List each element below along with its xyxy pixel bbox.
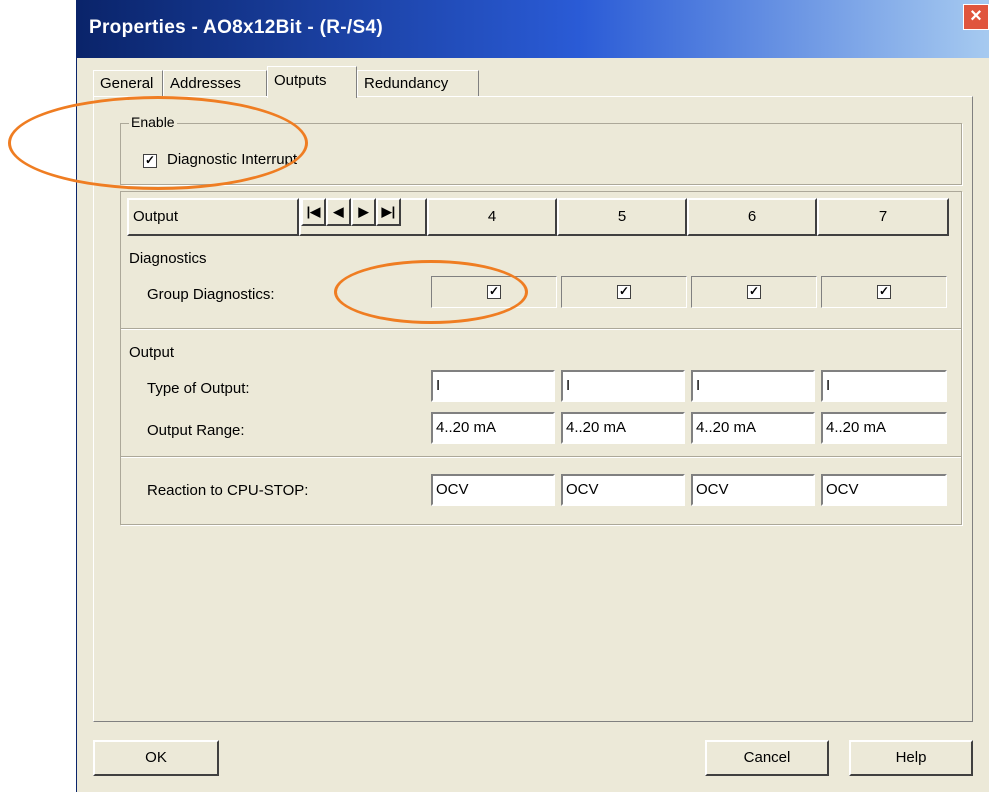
highlight-ellipse [8, 96, 308, 190]
group-diag-checkbox-7[interactable]: ✓ [877, 285, 891, 299]
group-diag-checkbox-6[interactable]: ✓ [747, 285, 761, 299]
tab-redundancy[interactable]: Redundancy [357, 70, 479, 96]
output-range-field-5[interactable]: 4..20 mA [561, 412, 685, 444]
output-range-field-4[interactable]: 4..20 mA [431, 412, 555, 444]
type-of-output-field-4[interactable]: I [431, 370, 555, 402]
divider [121, 456, 961, 458]
group-diag-cell-7: ✓ [821, 276, 947, 308]
channel-header-4[interactable]: 4 [427, 198, 557, 236]
type-of-output-field-6[interactable]: I [691, 370, 815, 402]
last-icon[interactable]: ▶| [376, 198, 401, 226]
prev-icon[interactable]: ◀ [326, 198, 351, 226]
reaction-field-4[interactable]: OCV [431, 474, 555, 506]
type-of-output-field-5[interactable]: I [561, 370, 685, 402]
type-of-output-field-7[interactable]: I [821, 370, 947, 402]
close-icon[interactable]: × [963, 4, 989, 30]
output-range-field-7[interactable]: 4..20 mA [821, 412, 947, 444]
group-diagnostics-label: Group Diagnostics: [147, 286, 275, 303]
channel-header-6[interactable]: 6 [687, 198, 817, 236]
reaction-field-6[interactable]: OCV [691, 474, 815, 506]
reaction-cpu-stop-label: Reaction to CPU-STOP: [147, 482, 309, 499]
reaction-field-7[interactable]: OCV [821, 474, 947, 506]
type-of-output-label: Type of Output: [147, 380, 250, 397]
help-button[interactable]: Help [849, 740, 973, 776]
output-range-label: Output Range: [147, 422, 245, 439]
group-diag-checkbox-5[interactable]: ✓ [617, 285, 631, 299]
divider [121, 328, 961, 330]
outputs-table-group: Output |◀ ◀ ▶ ▶| 4 5 6 7 Diagnostics Gro… [120, 191, 962, 525]
tab-outputs[interactable]: Outputs [267, 66, 357, 98]
next-icon[interactable]: ▶ [351, 198, 376, 226]
group-diag-cell-6: ✓ [691, 276, 817, 308]
group-diag-cell-5: ✓ [561, 276, 687, 308]
highlight-ellipse [334, 260, 528, 324]
channel-header-5[interactable]: 5 [557, 198, 687, 236]
reaction-field-5[interactable]: OCV [561, 474, 685, 506]
output-header-button[interactable]: Output [127, 198, 299, 236]
tab-general[interactable]: General [93, 70, 163, 96]
window-title: Properties - AO8x12Bit - (R-/S4) [89, 17, 383, 38]
cancel-button[interactable]: Cancel [705, 740, 829, 776]
channel-header-7[interactable]: 7 [817, 198, 949, 236]
output-range-field-6[interactable]: 4..20 mA [691, 412, 815, 444]
outputs-panel: Enable ✓ Diagnostic Interrupt Output |◀ … [93, 96, 973, 722]
output-section-label: Output [129, 344, 175, 361]
first-icon[interactable]: |◀ [301, 198, 326, 226]
tab-addresses[interactable]: Addresses [163, 70, 267, 96]
title-bar[interactable]: Properties - AO8x12Bit - (R-/S4) × [77, 0, 989, 58]
ok-button[interactable]: OK [93, 740, 219, 776]
diagnostics-section-label: Diagnostics [129, 250, 207, 267]
